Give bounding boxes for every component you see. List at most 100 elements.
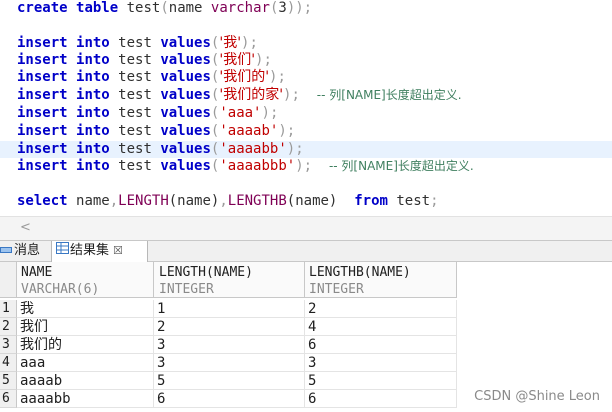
table-cell[interactable]: 5 <box>305 372 457 390</box>
keyword: insert <box>17 123 68 139</box>
table-cell[interactable]: 我们的 <box>17 336 154 354</box>
keyword: into <box>76 52 110 68</box>
identifier: test <box>118 35 152 51</box>
string-literal: '我们' <box>219 52 256 68</box>
sql-comment: -- 列[NAME]长度超出定义. <box>316 88 462 102</box>
keyword: from <box>354 193 388 209</box>
grid-icon <box>56 241 70 261</box>
table-cell[interactable]: 我们 <box>17 318 154 336</box>
keyword: select <box>17 193 68 209</box>
tab-results-label: 结果集 <box>70 243 110 258</box>
table-cell[interactable]: 2 <box>154 318 305 336</box>
keyword: insert <box>17 52 68 68</box>
type-name: varchar <box>210 0 270 16</box>
number: 3 <box>278 0 287 16</box>
identifier: test <box>118 123 152 139</box>
table-cell[interactable]: 6 <box>305 390 457 408</box>
identifier: test <box>118 141 152 157</box>
punctuation: ; <box>303 0 313 16</box>
punctuation: ) <box>278 123 287 139</box>
messages-icon <box>0 241 14 261</box>
punctuation: ; <box>249 35 258 51</box>
string-literal: '我们的' <box>219 69 270 85</box>
function-name: LENGTH <box>118 193 169 209</box>
column-header[interactable]: LENGTH(NAME) INTEGER <box>154 262 305 298</box>
keyword: insert <box>17 105 68 121</box>
column-header[interactable]: NAME VARCHAR(6) <box>17 262 154 298</box>
table-cell[interactable]: aaa <box>17 354 154 372</box>
keyword: into <box>76 123 110 139</box>
string-literal: 'aaaabb' <box>219 141 287 157</box>
table-cell[interactable]: 6 <box>154 390 305 408</box>
close-icon[interactable]: ☒ <box>113 244 123 257</box>
punctuation: ; <box>303 158 313 174</box>
keyword: into <box>76 105 110 121</box>
row-number[interactable]: 1 <box>0 300 17 318</box>
tab-results[interactable]: 结果集 ☒ <box>51 241 148 262</box>
column-header[interactable]: LENGTHB(NAME) INTEGER <box>305 262 457 298</box>
code-line-insert[interactable]: insert into test values('aaa'); <box>17 105 278 122</box>
code-line-insert[interactable]: insert into test values('aaaabbb'); -- 列… <box>17 158 474 175</box>
keyword: into <box>76 158 110 174</box>
sql-comment: -- 列[NAME]长度超出定义. <box>328 159 474 173</box>
identifier: test <box>118 52 152 68</box>
keyword: into <box>76 141 110 157</box>
code-line-insert[interactable]: insert into test values('aaaab'); <box>17 123 295 140</box>
column-header-name: LENGTHB(NAME) <box>309 265 411 280</box>
tab-messages[interactable]: 消息 <box>0 241 51 262</box>
identifier: test <box>126 0 161 16</box>
watermark: CSDN @Shine Leon <box>474 389 600 404</box>
punctuation: ) <box>286 141 296 157</box>
punctuation: ) <box>295 158 304 174</box>
table-cell[interactable]: 1 <box>154 300 305 318</box>
table-cell[interactable]: 3 <box>154 336 305 354</box>
tab-messages-label: 消息 <box>14 243 41 258</box>
code-line-select[interactable]: select name,LENGTH(name),LENGTHB(name) f… <box>17 193 439 210</box>
row-number[interactable]: 6 <box>0 390 17 408</box>
punctuation: ) <box>261 105 270 121</box>
keyword: insert <box>17 87 68 103</box>
table-cell[interactable]: aaaabb <box>17 390 154 408</box>
identifier: test <box>118 69 152 85</box>
string-literal: 'aaaab' <box>219 123 279 139</box>
code-line-insert-current[interactable]: insert into test values('aaaabb'); <box>17 141 304 158</box>
keyword: values <box>160 52 211 68</box>
code-line-insert[interactable]: insert into test values('我们'); <box>17 52 272 69</box>
column-header-type: INTEGER <box>159 282 214 297</box>
table-cell[interactable]: 我 <box>17 300 154 318</box>
keyword: insert <box>17 35 68 51</box>
keyword: values <box>160 158 211 174</box>
row-number[interactable]: 5 <box>0 372 17 390</box>
sql-editor[interactable]: create table test(name varchar(3)); inse… <box>0 0 612 214</box>
row-number[interactable]: 2 <box>0 318 17 336</box>
code-line-insert[interactable]: insert into test values('我'); <box>17 35 258 52</box>
table-cell[interactable]: 6 <box>305 336 457 354</box>
scroll-left-arrow[interactable]: < <box>20 220 31 235</box>
table-cell[interactable]: 3 <box>154 354 305 372</box>
keyword: into <box>76 87 110 103</box>
table-cell[interactable]: aaaab <box>17 372 154 390</box>
string-literal: '我' <box>219 35 242 51</box>
code-line-insert[interactable]: insert into test values('我们的家'); -- 列[NA… <box>17 87 462 104</box>
keyword: values <box>160 123 211 139</box>
code-line-insert[interactable]: insert into test values('我们的'); <box>17 69 286 86</box>
table-cell[interactable]: 3 <box>305 354 457 372</box>
result-grid[interactable]: NAME VARCHAR(6) LENGTH(NAME) INTEGER LEN… <box>0 262 612 412</box>
table-cell[interactable]: 2 <box>305 300 457 318</box>
row-number[interactable]: 3 <box>0 336 17 354</box>
row-number[interactable]: 4 <box>0 354 17 372</box>
column-header-name: LENGTH(NAME) <box>159 265 253 280</box>
table-cell[interactable]: 4 <box>305 318 457 336</box>
identifier: name <box>76 193 110 209</box>
keyword: insert <box>17 158 68 174</box>
punctuation: ; <box>277 69 286 85</box>
editor-horizontal-scrollbar[interactable]: < <box>0 216 612 240</box>
keyword: values <box>160 87 211 103</box>
keyword: into <box>76 35 110 51</box>
table-cell[interactable]: 5 <box>154 372 305 390</box>
keyword: values <box>160 69 211 85</box>
result-panel-tabbar: 消息 结果集 ☒ <box>0 240 612 262</box>
code-line-create[interactable]: create table test(name varchar(3)); <box>17 0 312 17</box>
identifier: test <box>118 105 152 121</box>
keyword: insert <box>17 69 68 85</box>
